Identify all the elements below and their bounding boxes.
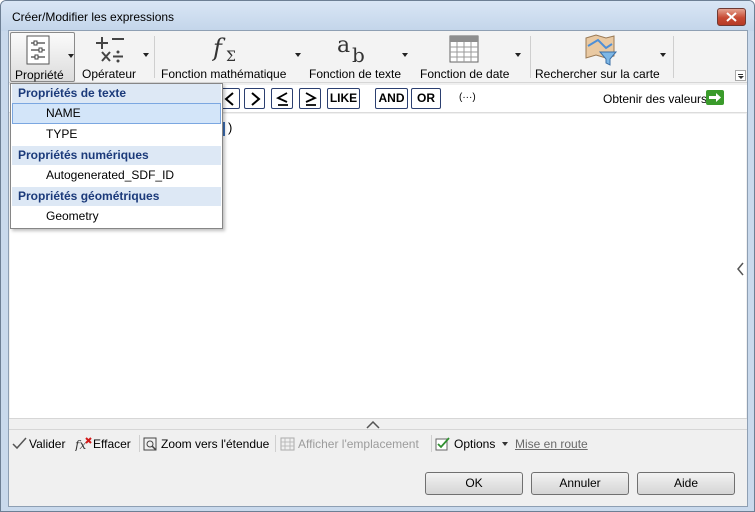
map-search-icon <box>585 34 618 66</box>
operator-icon <box>96 37 124 63</box>
get-values-label[interactable]: Obtenir des valeurs <box>603 92 707 106</box>
chevron-up-icon <box>366 421 380 429</box>
less-equal-icon <box>275 92 288 106</box>
less-equal-button[interactable] <box>271 88 293 109</box>
cancel-button[interactable]: Annuler <box>531 472 629 495</box>
operator-ribbon-button[interactable]: Opérateur <box>79 32 151 82</box>
panel-splitter[interactable] <box>9 418 747 430</box>
property-item-type[interactable]: TYPE <box>12 124 221 145</box>
ok-button[interactable]: OK <box>425 472 523 495</box>
parentheses-button[interactable]: (···) <box>459 92 476 103</box>
get-values-button[interactable] <box>706 90 724 105</box>
ribbon-separator <box>673 36 674 78</box>
help-button[interactable]: Aide <box>637 472 735 495</box>
math-function-ribbon-button[interactable]: f Σ Fonction mathématique <box>158 32 304 82</box>
greater-equal-button[interactable] <box>299 88 321 109</box>
chevron-down-icon <box>295 53 301 57</box>
options-label: Options <box>454 437 496 451</box>
zoom-extent-button[interactable]: Zoom vers l'étendue <box>143 437 273 451</box>
close-button[interactable] <box>717 8 746 26</box>
ribbon-label: Rechercher sur la carte <box>535 67 660 81</box>
ribbon: Propriété Opérateur f Σ Fonction mathéma… <box>9 31 747 83</box>
svg-text:Σ: Σ <box>226 49 236 64</box>
bottom-toolbar: Valider fx Effacer Zoom vers l'étendue A… <box>9 431 747 457</box>
clear-formula-icon: fx <box>75 437 92 451</box>
ribbon-separator <box>530 36 531 78</box>
svg-text:b: b <box>352 43 365 64</box>
property-item-geometry[interactable]: Geometry <box>12 206 221 227</box>
and-button[interactable]: AND <box>375 88 408 109</box>
chevron-down-icon <box>660 53 666 57</box>
property-item-autogenerated-id[interactable]: Autogenerated_SDF_ID <box>12 165 221 186</box>
group-header-geometry-properties: Propriétés géométriques <box>12 187 221 206</box>
close-icon <box>726 12 737 22</box>
group-header-text-properties: Propriétés de texte <box>12 84 221 103</box>
title-bar: Créer/Modifier les expressions <box>1 1 754 31</box>
greater-than-icon <box>251 92 261 106</box>
search-map-ribbon-button[interactable]: Rechercher sur la carte <box>533 32 669 82</box>
toolbar-separator <box>139 435 140 452</box>
or-button[interactable]: OR <box>411 88 441 109</box>
ribbon-overflow-button[interactable] <box>735 70 746 81</box>
property-item-name[interactable]: NAME <box>12 103 221 124</box>
calendar-icon <box>449 35 479 63</box>
ribbon-label: Opérateur <box>82 67 137 81</box>
expression-dialog: Créer/Modifier les expressions Propriété <box>0 0 755 512</box>
checkmark-icon <box>12 437 27 450</box>
validate-button[interactable]: Valider <box>12 437 72 451</box>
greater-equal-icon <box>305 92 318 106</box>
ribbon-label: Fonction de date <box>420 67 510 81</box>
text-function-ribbon-button[interactable]: a b Fonction de texte <box>305 32 413 82</box>
chevron-down-icon <box>402 53 408 57</box>
svg-text:f: f <box>212 34 226 62</box>
toolbar-separator <box>275 435 276 452</box>
clear-label: Effacer <box>93 437 131 451</box>
math-function-icon: f Σ <box>212 34 236 64</box>
chevron-down-icon <box>502 442 508 446</box>
chevron-left-icon[interactable] <box>737 262 745 276</box>
validate-label: Valider <box>29 437 66 451</box>
less-than-icon <box>224 92 234 106</box>
ribbon-label: Propriété <box>15 68 64 82</box>
getting-started-link[interactable]: Mise en route <box>515 437 588 451</box>
chevron-down-icon <box>143 53 149 57</box>
date-function-ribbon-button[interactable]: Fonction de date <box>415 32 527 82</box>
options-button[interactable]: Options <box>435 437 509 451</box>
ribbon-label: Fonction de texte <box>309 67 402 81</box>
property-list-icon <box>26 35 50 65</box>
text-function-icon: a b <box>337 34 365 64</box>
chevron-down-icon <box>515 53 521 57</box>
window-title: Créer/Modifier les expressions <box>12 10 175 24</box>
toolbar-separator <box>431 435 432 452</box>
ribbon-label: Fonction mathématique <box>161 67 287 81</box>
like-button[interactable]: LIKE <box>327 88 360 109</box>
ribbon-separator <box>154 36 155 78</box>
clear-button[interactable]: fx Effacer <box>75 437 141 451</box>
show-location-button[interactable]: Afficher l'emplacement <box>280 437 425 451</box>
svg-text:fx: fx <box>75 438 86 451</box>
chevron-down-icon <box>68 54 74 58</box>
property-ribbon-button[interactable]: Propriété <box>10 32 75 82</box>
zoom-icon <box>143 437 157 451</box>
zoom-label: Zoom vers l'étendue <box>161 437 270 451</box>
show-location-label: Afficher l'emplacement <box>298 437 419 451</box>
arrow-right-icon <box>709 93 721 102</box>
grid-location-icon <box>280 437 295 451</box>
group-header-numeric-properties: Propriétés numériques <box>12 146 221 165</box>
expression-text: ) <box>228 120 233 135</box>
greater-than-button[interactable] <box>244 88 265 109</box>
checkbox-checked-icon <box>435 437 450 451</box>
property-dropdown: Propriétés de texte NAME TYPE Propriétés… <box>10 83 223 229</box>
svg-text:a: a <box>337 34 350 58</box>
